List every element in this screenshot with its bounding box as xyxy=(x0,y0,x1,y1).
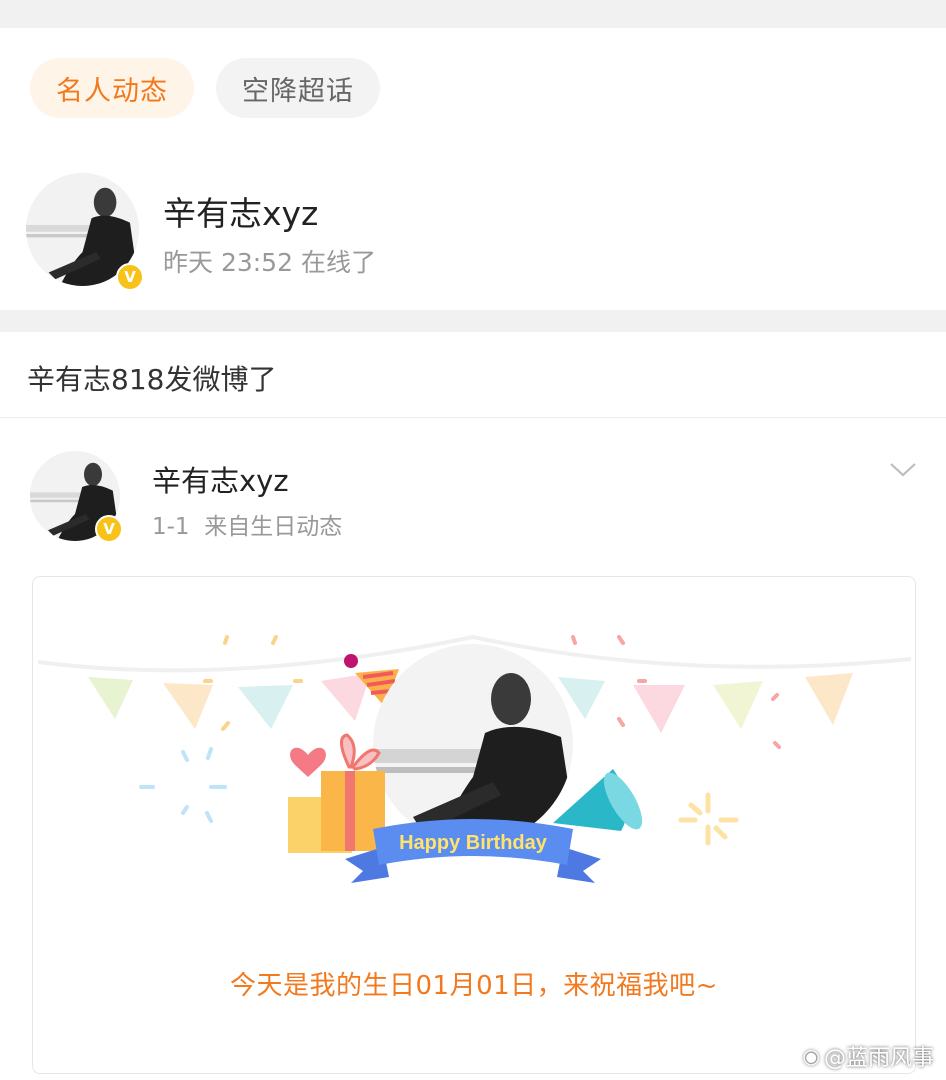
pennant xyxy=(238,685,293,729)
weibo-logo-icon: ◉ xyxy=(802,1044,820,1068)
post-username[interactable]: 辛有志xyz xyxy=(152,458,289,500)
chevron-down-icon[interactable] xyxy=(888,458,918,480)
post-meta: 1-1 来自生日动态 xyxy=(152,514,343,540)
username[interactable]: 辛有志xyz xyxy=(163,187,318,235)
pennant xyxy=(713,681,763,729)
tab-bar: 名人动态 空降超话 xyxy=(30,58,380,118)
divider xyxy=(0,417,946,418)
watermark-text: @蓝雨风事 xyxy=(823,1046,934,1071)
tab-celebrity-updates[interactable]: 名人动态 xyxy=(30,58,194,118)
ribbon-text: Happy Birthday xyxy=(399,832,548,854)
section-separator xyxy=(0,310,946,332)
tab-supertopic[interactable]: 空降超话 xyxy=(216,58,380,118)
happy-birthday-ribbon: Happy Birthday xyxy=(345,819,601,883)
verified-badge-icon: V xyxy=(95,515,123,543)
heart-icon xyxy=(290,747,326,777)
birthday-wish-text: 今天是我的生日01月01日，来祝福我吧~ xyxy=(230,971,718,1001)
party-horn-icon xyxy=(553,769,643,831)
pennant xyxy=(805,673,853,725)
section-header: 辛有志818发微博了 xyxy=(27,363,277,396)
pennant xyxy=(163,683,213,729)
pennant xyxy=(88,677,133,719)
verified-badge-icon: V xyxy=(116,263,144,291)
online-status: 昨天 23:52 在线了 xyxy=(163,248,376,277)
top-separator xyxy=(0,0,946,28)
watermark: ◉ @蓝雨风事 xyxy=(803,1040,934,1072)
pennant xyxy=(633,685,685,733)
birthday-card[interactable]: Happy Birthday 今天是我的生日01月01日，来祝福我吧~ xyxy=(32,576,916,1074)
